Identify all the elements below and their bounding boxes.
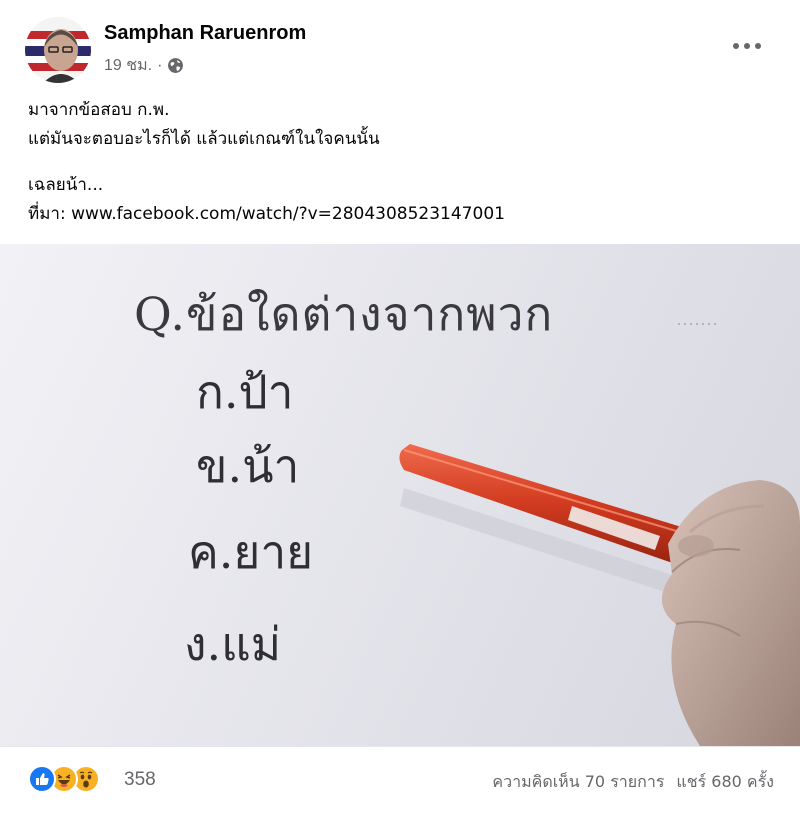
more-options-icon bbox=[733, 43, 761, 49]
share-count[interactable]: แชร์ 680 ครั้ง bbox=[676, 770, 774, 795]
video-choice: ค.ยาย bbox=[188, 525, 314, 579]
post-timestamp[interactable]: 19 ชม. bbox=[104, 53, 152, 78]
globe-icon[interactable] bbox=[167, 57, 184, 74]
author-name[interactable]: Samphan Raruenrom bbox=[104, 22, 306, 45]
meta-separator: · bbox=[157, 56, 163, 74]
post-text-line: แต่มันจะตอบอะไรก็ได้ แล้วแต่เกณฑ์ในใจคนน… bbox=[28, 129, 380, 149]
post-footer: 358 ความคิดเห็น 70 รายการ แชร์ 680 ครั้ง bbox=[0, 746, 800, 818]
reaction-count[interactable]: 358 bbox=[124, 769, 156, 791]
reaction-icons[interactable] bbox=[28, 765, 100, 793]
video-choice: ข.น้า bbox=[196, 439, 300, 493]
post-meta: 19 ชม. · bbox=[104, 53, 184, 78]
post-header: Samphan Raruenrom 19 ชม. · bbox=[0, 0, 800, 92]
video-choice: ง.แม่ bbox=[184, 617, 282, 671]
post-text: มาจากข้อสอบ ก.พ. แต่มันจะตอบอะไรก็ได้ แล… bbox=[28, 96, 778, 229]
source-link[interactable]: www.facebook.com/watch/?v=28043085231470… bbox=[71, 204, 505, 224]
answer-line: เฉลยน้า... bbox=[28, 175, 104, 195]
video-question: Q.ข้อใดต่างจากพวก bbox=[134, 287, 554, 341]
post-stats: ความคิดเห็น 70 รายการ แชร์ 680 ครั้ง bbox=[492, 770, 774, 795]
source-line: ที่มา: www.facebook.com/watch/?v=2804308… bbox=[28, 200, 778, 229]
post-video[interactable]: Q.ข้อใดต่างจากพวก ก.ป้า ข.น้า ค.ยาย ง.แม… bbox=[0, 244, 800, 746]
post-text-line: มาจากข้อสอบ ก.พ. bbox=[28, 100, 170, 120]
more-options-button[interactable] bbox=[722, 28, 772, 64]
source-prefix: ที่มา: bbox=[28, 204, 72, 224]
author-avatar[interactable] bbox=[25, 17, 91, 83]
like-icon bbox=[28, 765, 56, 793]
comment-count[interactable]: ความคิดเห็น 70 รายการ bbox=[492, 770, 664, 795]
video-choice: ก.ป้า bbox=[196, 365, 294, 419]
